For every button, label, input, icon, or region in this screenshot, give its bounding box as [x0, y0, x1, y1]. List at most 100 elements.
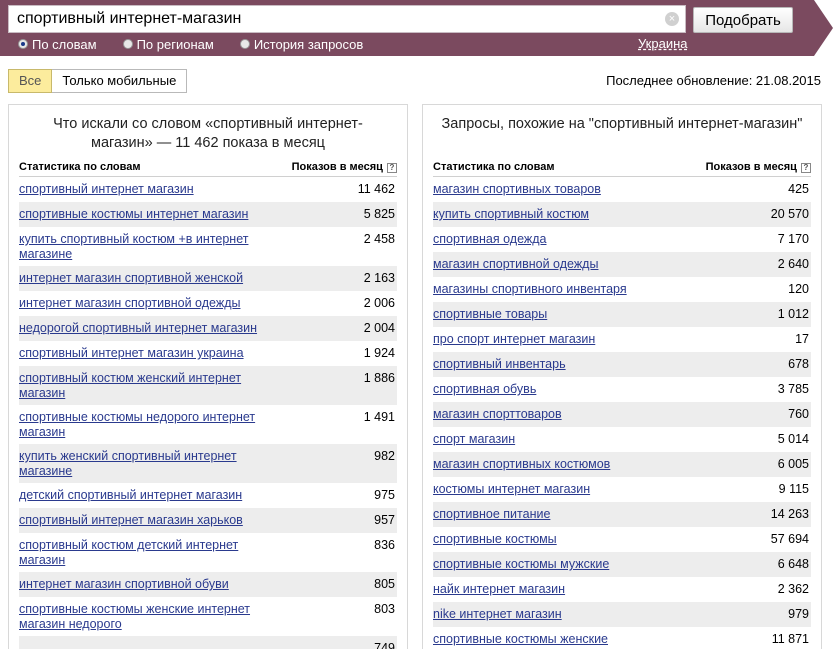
left-column-header: Статистика по словам Показов в месяц ? [19, 161, 397, 177]
filter-mobile-button[interactable]: Только мобильные [52, 69, 188, 93]
help-icon[interactable]: ? [801, 163, 811, 173]
query-link[interactable]: купить спортивный костюм +в интернет маг… [19, 232, 269, 262]
impressions-count: 3 785 [777, 382, 809, 396]
query-link[interactable]: nike интернет магазин [433, 607, 683, 622]
radio-icon[interactable] [18, 39, 28, 49]
query-link[interactable]: спортивный костюм женский интернет магаз… [19, 371, 269, 401]
query-link[interactable]: интернет магазин спортивной женской [19, 271, 269, 286]
query-link[interactable]: про спорт интернет магазин [433, 332, 683, 347]
query-link[interactable]: магазин спортивных костюмов [433, 457, 683, 472]
col-count-header: Показов в месяц ? [706, 161, 811, 173]
table-row: спортивный интернет магазин 11 462 [19, 177, 397, 202]
table-row: костюмы интернет магазин 9 115 [433, 477, 811, 502]
table-row: детский спортивный интернет магазин 975 [19, 483, 397, 508]
impressions-count: 6 005 [777, 457, 809, 471]
mode-by-words[interactable]: По словам [18, 36, 97, 52]
impressions-count: 803 [374, 602, 395, 616]
search-input[interactable] [9, 6, 659, 32]
query-link[interactable]: купить спортивный костюм [433, 207, 683, 222]
query-link[interactable]: магазины спортивного инвентаря [433, 282, 683, 297]
query-link[interactable]: спортивные костюмы [433, 532, 683, 547]
query-link[interactable]: спортивные костюмы женские [433, 632, 683, 647]
query-link[interactable]: спортивные костюмы мужские [433, 557, 683, 572]
table-row: спортивный инвентарь 678 [433, 352, 811, 377]
table-row: спортивное питание 14 263 [433, 502, 811, 527]
col-count-label: Показов в месяц [705, 161, 797, 173]
table-row: nike интернет магазин 979 [433, 602, 811, 627]
table-row: магазин спорттоваров 760 [433, 402, 811, 427]
query-link[interactable]: магазин спортивных товаров [433, 182, 683, 197]
impressions-count: 11 871 [771, 632, 809, 646]
query-link[interactable]: найк интернет магазин [433, 582, 683, 597]
query-link[interactable]: магазин спортивной одежды [433, 257, 683, 272]
impressions-count: 957 [374, 513, 395, 527]
table-row: спортивные костюмы интернет магазин 5 825 [19, 202, 397, 227]
radio-icon[interactable] [239, 39, 250, 49]
right-rows: магазин спортивных товаров 425 купить спор… [433, 177, 811, 649]
mode-label: По словам [32, 36, 97, 52]
query-link[interactable]: спортивные костюмы женские интернет мага… [19, 602, 269, 632]
left-panel-title: Что искали со словом «спортивный интерне… [53, 116, 363, 151]
query-link[interactable]: спорт магазин [433, 432, 683, 447]
table-row: спортивные костюмы женские интернет мага… [19, 597, 397, 636]
impressions-count: 2 006 [363, 296, 395, 310]
mode-by-regions[interactable]: По регионам [122, 36, 214, 52]
impressions-count: 425 [788, 182, 809, 196]
header-arrow [814, 0, 833, 56]
table-row: спортивная одежда 7 170 [433, 227, 811, 252]
query-link[interactable]: спортивная одежда [433, 232, 683, 247]
radio-icon[interactable] [122, 39, 133, 49]
left-rows: спортивный интернет магазин 11 462 спортив… [19, 177, 397, 649]
search-box: × [8, 5, 686, 33]
impressions-count: 57 694 [770, 532, 809, 546]
query-link[interactable]: спортивный интернет магазин харьков [19, 513, 269, 528]
help-icon[interactable]: ? [387, 163, 397, 173]
impressions-count: 120 [788, 282, 809, 296]
query-link[interactable]: спортивные костюмы интернет магазин [19, 207, 269, 222]
table-row: купить спортивный костюм 20 570 [433, 202, 811, 227]
mode-history[interactable]: История запросов [239, 36, 364, 52]
table-row: интернет магазин спортивной одежды 2 006 [19, 291, 397, 316]
query-link[interactable]: спортивное питание [433, 507, 683, 522]
impressions-count: 1 924 [363, 346, 395, 360]
table-row: магазины спортивного инвентаря 120 [433, 277, 811, 302]
table-row: спортивные товары 1 012 [433, 302, 811, 327]
table-row: спортивные костюмы мужские 6 648 [433, 552, 811, 577]
impressions-count: 1 012 [777, 307, 809, 321]
impressions-count: 2 362 [777, 582, 809, 596]
table-row: недорогой спортивный интернет магазин 2 0… [19, 316, 397, 341]
query-link[interactable]: спортивная обувь [433, 382, 683, 397]
query-link[interactable]: купить женский спортивный интернет магаз… [19, 449, 269, 479]
query-link[interactable]: интернет магазин спортивной одежды [19, 296, 269, 311]
query-link[interactable]: спортивный инвентарь [433, 357, 683, 372]
query-link[interactable]: костюмы интернет магазин [433, 482, 683, 497]
table-row: спорт магазин 5 014 [433, 427, 811, 452]
impressions-count: 2 004 [363, 321, 395, 335]
right-panel-title: Запросы, похожие на "спортивный интернет… [441, 116, 803, 132]
query-link[interactable]: магазин спорттоваров [433, 407, 683, 422]
table-row: спортивный костюм детский интернет магаз… [19, 533, 397, 572]
query-link[interactable]: спортивный интернет магазин [19, 182, 269, 197]
filter-all-button[interactable]: Все [8, 69, 53, 93]
clear-icon[interactable]: × [665, 12, 679, 26]
query-link[interactable]: спортивные костюмы недорого интернет маг… [19, 410, 269, 440]
query-link[interactable]: спортивный интернет магазин украина [19, 346, 269, 361]
left-panel: Что искали со словом «спортивный интерне… [8, 104, 408, 649]
query-link[interactable]: спортивные товары [433, 307, 683, 322]
table-row: спортивные костюмы недорого интернет маг… [19, 405, 397, 444]
impressions-count: 7 170 [777, 232, 809, 246]
device-filter: Все Только мобильные [8, 69, 188, 93]
impressions-count: 5 825 [363, 207, 395, 221]
impressions-count: 2 163 [363, 271, 395, 285]
table-row: спортивный костюм женский интернет магаз… [19, 366, 397, 405]
col-query-header: Статистика по словам [433, 161, 555, 173]
query-link[interactable]: недорогой спортивный интернет магазин [19, 321, 269, 336]
query-link[interactable]: интернет магазин спортивной обуви [19, 577, 269, 592]
query-link[interactable]: спортивный костюм детский интернет магаз… [19, 538, 269, 568]
table-row: спортивный интернет магазин украина 1 924 [19, 341, 397, 366]
submit-button[interactable]: Подобрать [693, 7, 793, 33]
mode-label: История запросов [253, 36, 364, 52]
region-link[interactable]: Украина [638, 36, 688, 51]
query-link[interactable]: детский спортивный интернет магазин [19, 488, 269, 503]
impressions-count: 6 648 [777, 557, 809, 571]
